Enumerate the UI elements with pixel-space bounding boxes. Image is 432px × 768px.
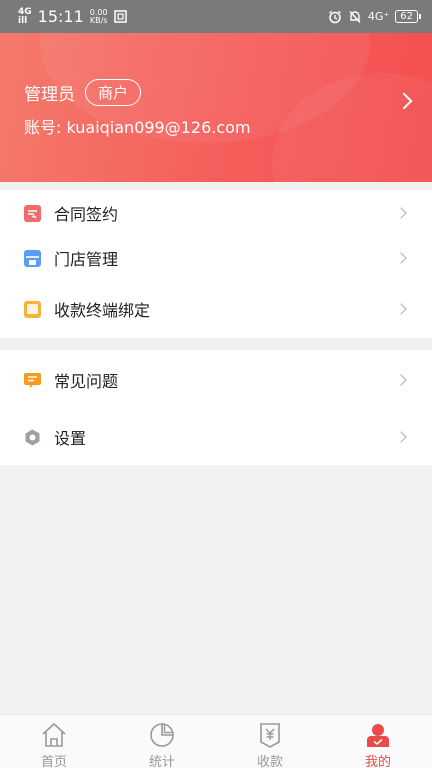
status-bar: 4G ill 15:11 0.00 KB/s 4G⁺ 62 [0, 0, 432, 33]
screenshot-notification-icon [113, 10, 127, 23]
chevron-right-icon [395, 374, 407, 386]
menu-item-faq[interactable]: 常见问题 [0, 358, 432, 402]
chevron-right-icon [395, 431, 407, 443]
faq-icon [24, 372, 41, 388]
tab-home[interactable]: 首页 [0, 715, 108, 768]
chevron-right-icon [395, 207, 407, 219]
network-speed: 0.00 KB/s [89, 7, 108, 25]
menu-item-label: 门店管理 [54, 250, 119, 269]
chevron-right-icon [395, 303, 407, 315]
store-icon [24, 249, 41, 267]
menu-item-label: 设置 [54, 429, 87, 448]
tab-collect[interactable]: 收款 [216, 715, 324, 768]
role-row: 管理员 商户 [24, 79, 142, 106]
menu-item-label: 常见问题 [54, 372, 119, 391]
menu-group-business: 合同签约 门店管理 收款终端绑定 [0, 190, 432, 338]
tab-mine[interactable]: 我的 [324, 715, 432, 768]
clock: 15:11 [37, 7, 84, 26]
tab-label: 收款 [256, 755, 283, 768]
yen-receipt-icon [260, 723, 280, 748]
account-text: 账号: kuaiqian099@126.com [24, 118, 251, 137]
tab-label: 统计 [148, 755, 175, 768]
bottom-tab-bar: 首页 统计 收款 我的 [0, 714, 432, 768]
mute-bell-icon [349, 10, 361, 23]
profile-icon [367, 724, 389, 747]
battery-icon: 62 [395, 10, 421, 23]
network-type-right: 4G⁺ [367, 10, 390, 23]
alarm-icon [329, 10, 341, 23]
menu-item-settings[interactable]: 设置 [0, 415, 432, 459]
tab-label: 首页 [40, 755, 67, 768]
chevron-right-icon [395, 252, 407, 264]
chevron-right-icon[interactable] [395, 92, 413, 110]
menu-item-label: 收款终端绑定 [54, 301, 151, 320]
tab-label: 我的 [364, 755, 391, 768]
menu-item-terminal-binding[interactable]: 收款终端绑定 [0, 287, 432, 331]
tab-statistics[interactable]: 统计 [108, 715, 216, 768]
menu-item-store-management[interactable]: 门店管理 [0, 236, 432, 280]
battery-level: 62 [400, 11, 413, 22]
settings-icon [25, 429, 40, 445]
profile-header[interactable]: 管理员 商户 账号: kuaiqian099@126.com [0, 33, 432, 182]
menu-item-label: 合同签约 [54, 205, 119, 224]
terminal-icon [24, 300, 41, 318]
role-name: 管理员 [24, 85, 75, 105]
menu-item-contract[interactable]: 合同签约 [0, 191, 432, 235]
home-icon [42, 722, 66, 747]
pie-chart-icon [150, 723, 174, 747]
menu-group-help: 常见问题 设置 [0, 350, 432, 465]
role-badge: 商户 [85, 79, 142, 106]
contract-icon [24, 204, 41, 222]
signal-bars: ill [18, 15, 28, 26]
signal-indicator: 4G ill [18, 7, 32, 26]
